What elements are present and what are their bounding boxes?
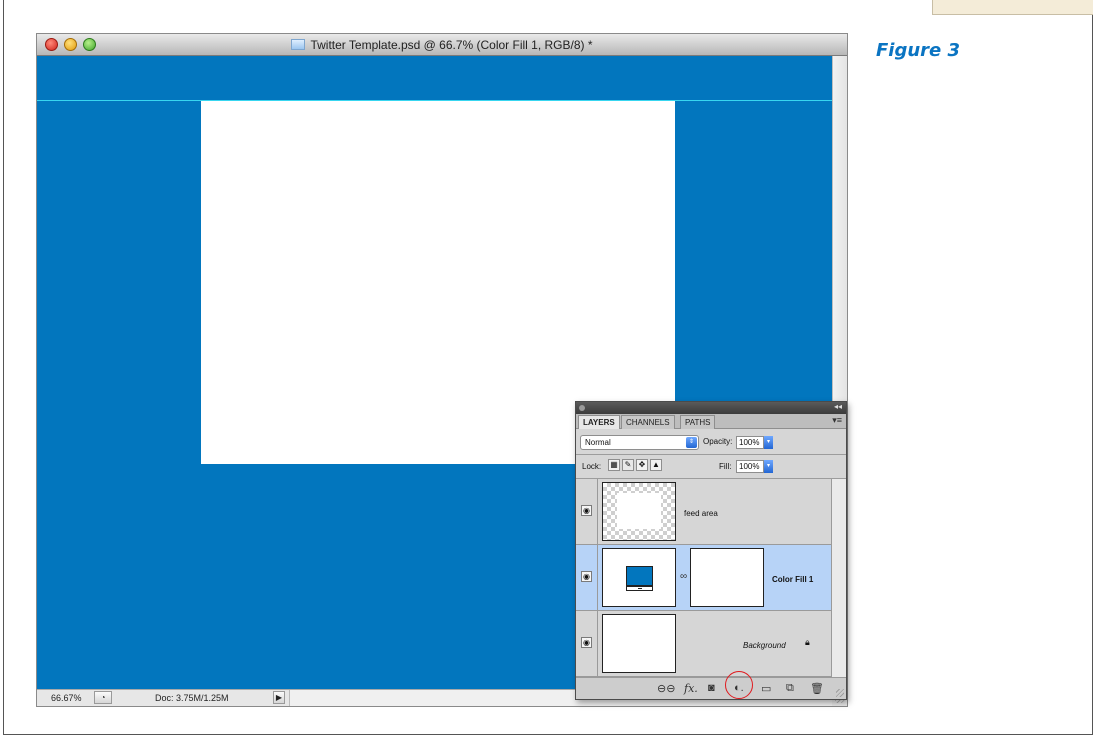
- tab-layers[interactable]: LAYERS: [578, 415, 620, 429]
- layer-name[interactable]: Color Fill 1: [772, 575, 813, 584]
- photoshop-document-window: Twitter Template.psd @ 66.7% (Color Fill…: [37, 34, 847, 706]
- layers-panel: ◂◂ LAYERS CHANNELS PATHS ▾≡ Normal ⇕ Opa…: [575, 401, 847, 700]
- trash-icon[interactable]: 🗑︎: [810, 682, 824, 695]
- lock-position-icon[interactable]: ✥: [636, 459, 648, 471]
- fill-label: Fill:: [719, 462, 732, 471]
- status-options-button[interactable]: ◔: [94, 691, 112, 704]
- document-size-info: Doc: 3.75M/1.25M: [155, 693, 229, 703]
- panel-separator: [576, 454, 846, 455]
- tab-paths[interactable]: PATHS: [680, 415, 716, 429]
- layer-name[interactable]: Background: [743, 641, 786, 650]
- eye-icon[interactable]: ◉: [581, 637, 592, 648]
- blend-mode-select[interactable]: Normal ⇕: [580, 435, 699, 450]
- blend-mode-stepper-icon[interactable]: ⇕: [686, 437, 697, 448]
- window-title-text: Twitter Template.psd @ 66.7% (Color Fill…: [310, 38, 593, 52]
- highlight-circle: [725, 671, 753, 699]
- layer-thumbnail[interactable]: [602, 482, 676, 541]
- visibility-cell[interactable]: ◉: [576, 479, 598, 544]
- zoom-level[interactable]: 66.67%: [51, 693, 82, 703]
- lock-all-icon[interactable]: ▲: [650, 459, 662, 471]
- lock-image-pixels-icon[interactable]: ✎: [622, 459, 634, 471]
- layer-thumbnail[interactable]: [602, 614, 676, 673]
- opacity-field[interactable]: 100%: [736, 436, 764, 449]
- layer-thumbnail[interactable]: [602, 548, 676, 607]
- new-layer-icon[interactable]: ⧉: [786, 682, 794, 695]
- new-group-icon[interactable]: ▭: [761, 682, 771, 695]
- eye-icon[interactable]: ◉: [581, 571, 592, 582]
- panel-footer: ⊖⊖ fx. ◙ ◐. ▭ ⧉ 🗑︎: [576, 671, 846, 699]
- layer-row-feed-area[interactable]: ◉ feed area: [576, 479, 831, 545]
- layer-mask-thumbnail[interactable]: [690, 548, 764, 607]
- thumbnail-shape: [617, 493, 661, 529]
- fill-field[interactable]: 100%: [736, 460, 764, 473]
- fill-dropdown-icon[interactable]: ▾: [764, 460, 773, 473]
- layer-row-background[interactable]: ◉ Background 🔒︎: [576, 611, 831, 677]
- fill-layer-icon: [626, 586, 653, 591]
- lock-label: Lock:: [582, 462, 602, 471]
- fx-icon[interactable]: fx.: [684, 682, 698, 695]
- layers-scrollbar[interactable]: [831, 479, 846, 677]
- visibility-cell[interactable]: ◉: [576, 611, 598, 676]
- panel-resize-grip-icon[interactable]: [836, 689, 844, 697]
- status-menu-arrow-icon[interactable]: ▶: [273, 691, 285, 704]
- lock-transparent-pixels-icon[interactable]: ▦: [608, 459, 620, 471]
- panel-menu-icon[interactable]: ▾≡: [832, 415, 842, 426]
- eye-icon[interactable]: ◉: [581, 505, 592, 516]
- window-titlebar[interactable]: Twitter Template.psd @ 66.7% (Color Fill…: [37, 34, 847, 56]
- panel-header-bar[interactable]: ◂◂: [576, 402, 846, 414]
- opacity-dropdown-icon[interactable]: ▾: [764, 436, 773, 449]
- add-mask-icon[interactable]: ◙: [708, 682, 715, 694]
- corner-tab: [932, 0, 1093, 15]
- panel-tabs: LAYERS CHANNELS PATHS ▾≡: [576, 414, 846, 429]
- fill-swatch: [626, 566, 653, 586]
- panel-close-icon[interactable]: [579, 405, 585, 411]
- link-layers-icon[interactable]: ⊖⊖: [657, 682, 675, 695]
- opacity-label: Opacity:: [703, 437, 733, 446]
- window-title: Twitter Template.psd @ 66.7% (Color Fill…: [37, 38, 847, 52]
- document-icon: [291, 39, 306, 50]
- link-chain-icon[interactable]: ∞: [680, 571, 687, 582]
- visibility-cell[interactable]: ◉: [576, 545, 598, 610]
- lock-icon: 🔒︎: [805, 637, 810, 647]
- tab-channels[interactable]: CHANNELS: [621, 415, 675, 429]
- panel-collapse-icon[interactable]: ◂◂: [834, 402, 842, 411]
- figure-label: Figure 3: [876, 40, 961, 61]
- blend-mode-value: Normal: [585, 438, 611, 447]
- layer-name[interactable]: feed area: [684, 509, 718, 518]
- layer-row-color-fill-1[interactable]: ◉ ∞ Color Fill 1: [576, 545, 831, 611]
